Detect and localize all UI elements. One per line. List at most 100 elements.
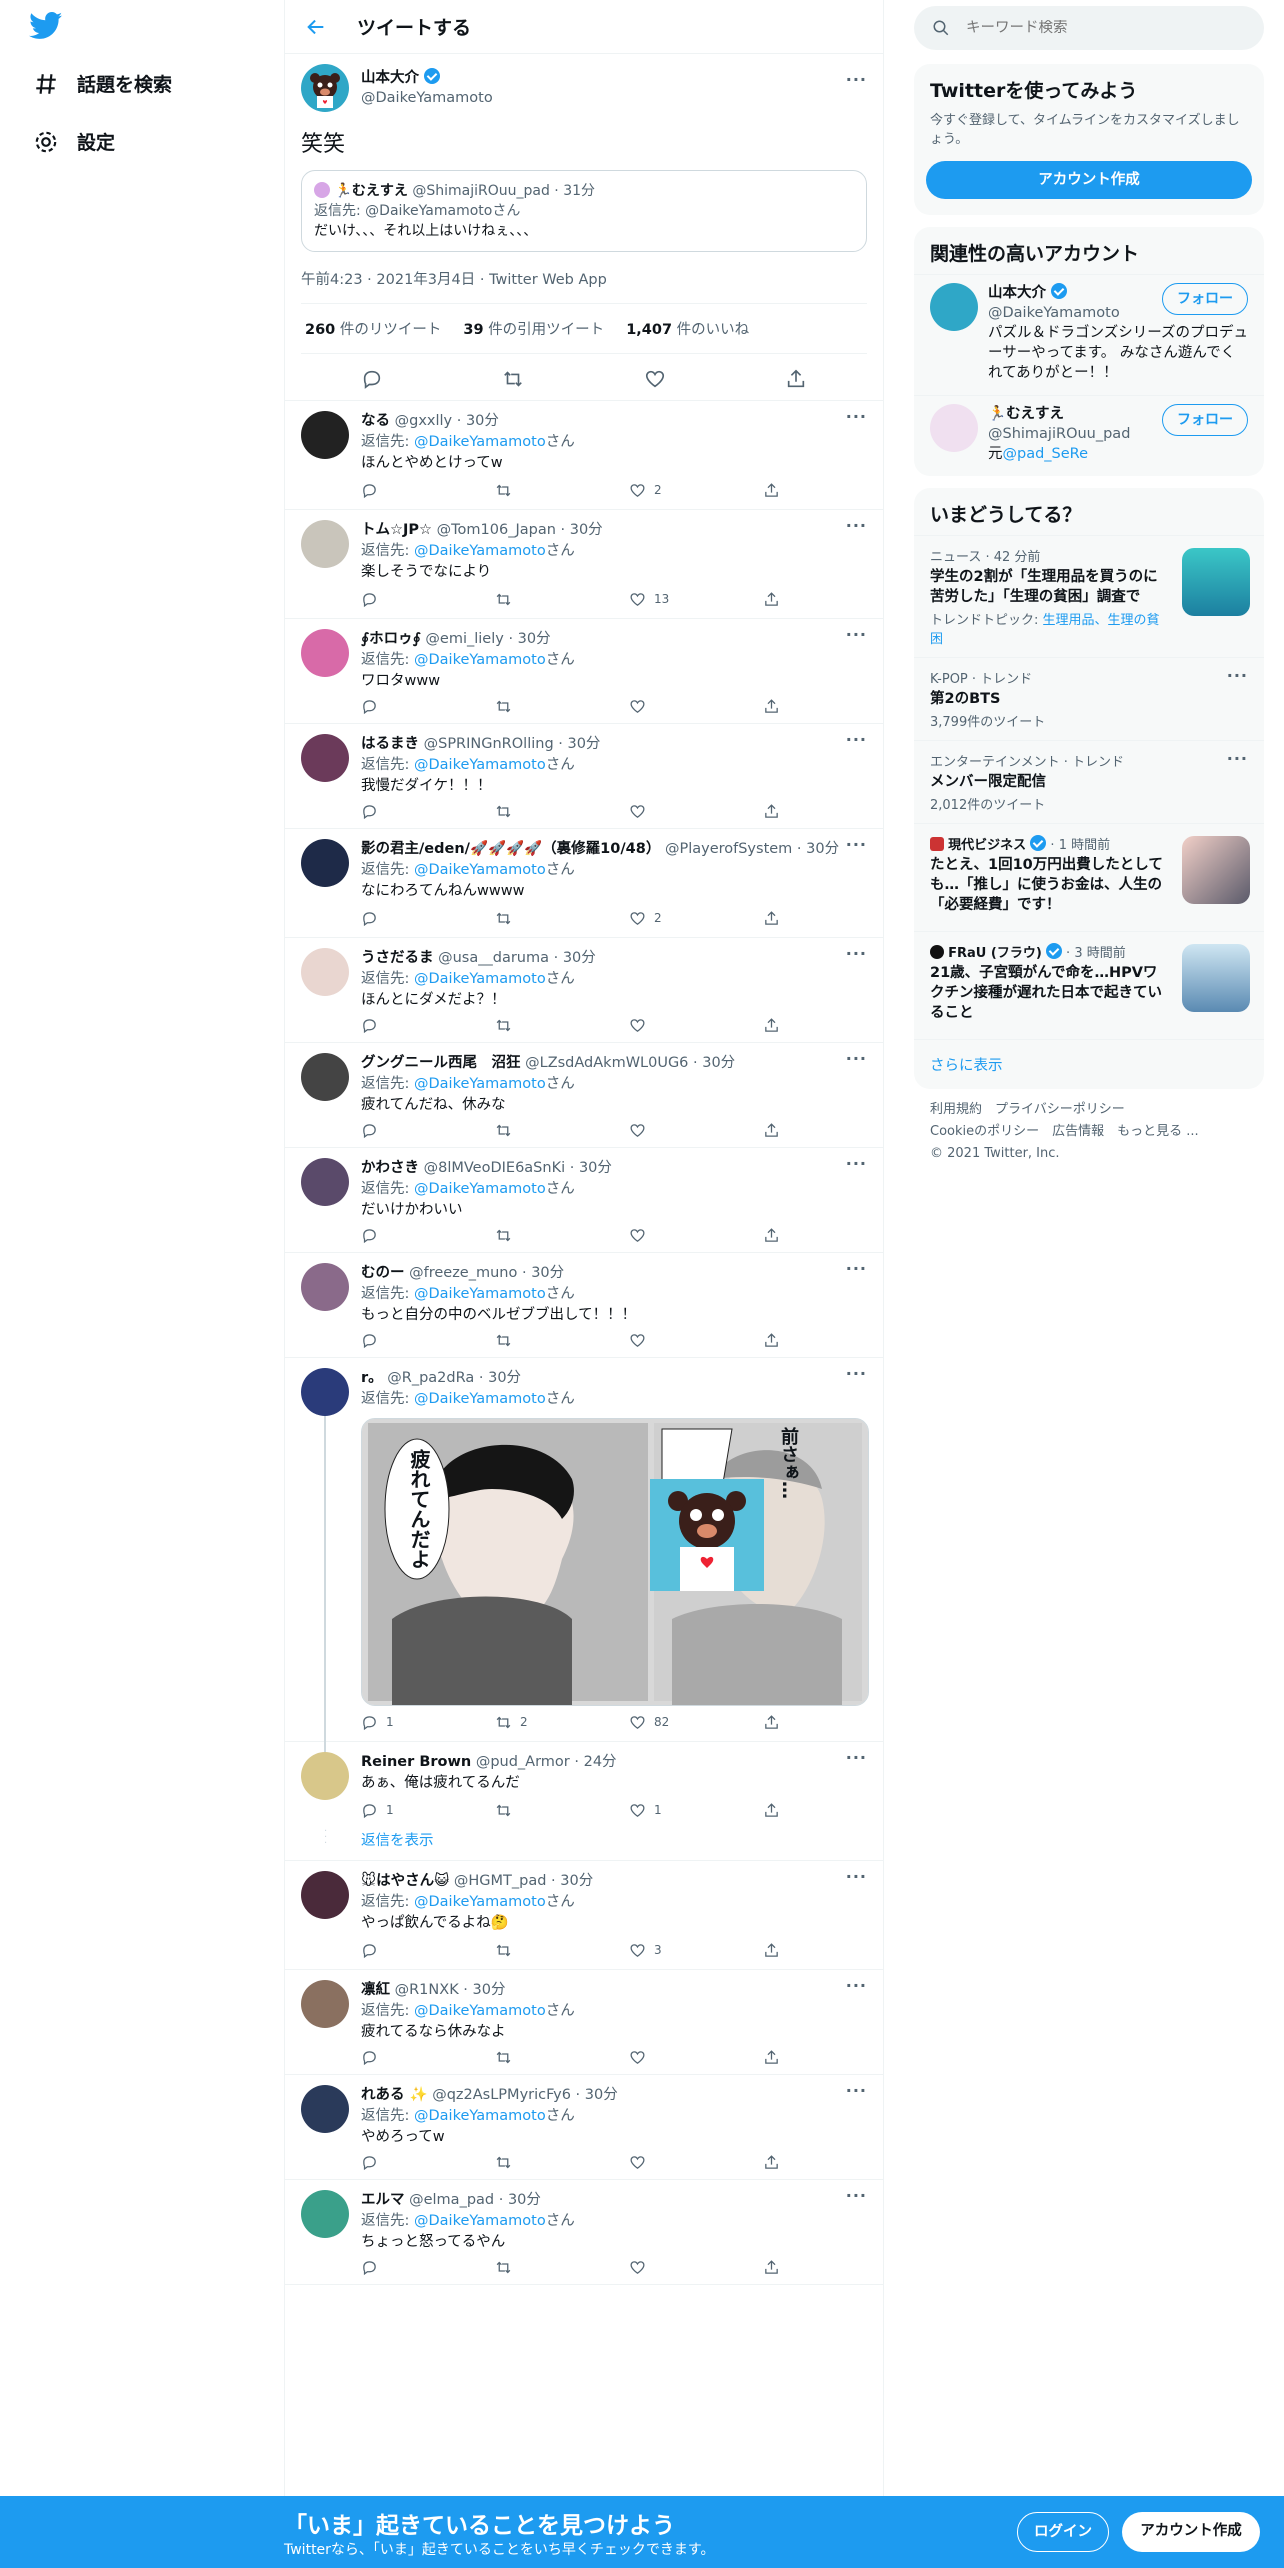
share-button[interactable] [763, 1714, 780, 1731]
more-options-icon[interactable]: ··· [1227, 666, 1248, 685]
reply-to-link[interactable]: @DaikeYamamoto [414, 2108, 546, 2124]
share-button[interactable] [763, 1942, 780, 1959]
avatar[interactable] [301, 2190, 349, 2238]
quoted-tweet[interactable]: 🏃むえすえ @ShimajiROuu_pad · 31分 返信先: @Daike… [301, 170, 867, 252]
avatar[interactable] [301, 520, 349, 568]
footer-line-1[interactable]: 利用規約 プライバシーポリシー [930, 1099, 1248, 1121]
reply-tweet[interactable]: なる @gxxlly · 30分 返信先: @DaikeYamamotoさん ほんと… [285, 401, 883, 510]
reply-tweet[interactable]: グングニール西尾 沼狂 @LZsdAdAkmWL0UG6 · 30分 返信先: @… [285, 1043, 883, 1148]
retweet-button[interactable] [495, 698, 629, 715]
quote-count[interactable]: 39 件の引用ツイート [463, 318, 604, 339]
share-button[interactable] [763, 2049, 780, 2066]
retweet-button[interactable] [495, 1017, 629, 1034]
avatar[interactable] [301, 1053, 349, 1101]
share-button[interactable] [763, 1227, 780, 1244]
search-box[interactable] [914, 6, 1264, 50]
like-button[interactable]: 3 [629, 1940, 763, 1961]
reply-to-link[interactable]: @DaikeYamamoto [414, 1391, 546, 1407]
avatar[interactable] [301, 734, 349, 782]
login-button[interactable]: ログイン [1017, 2512, 1109, 2552]
retweet-button[interactable] [495, 910, 629, 927]
author-handle[interactable]: @DaikeYamamoto [361, 88, 493, 108]
follow-button[interactable]: フォロー [1162, 283, 1248, 315]
more-options-icon[interactable]: ··· [846, 1154, 867, 1173]
reply-to-link[interactable]: @DaikeYamamoto [414, 1181, 546, 1197]
more-options-icon[interactable]: ··· [1227, 749, 1248, 768]
trend-item[interactable]: 現代ビジネス · 1 時間前 たとえ、1回10万円出費したとしても…「推し」に使… [914, 823, 1264, 931]
reply-to-link[interactable]: @DaikeYamamoto [414, 2003, 546, 2019]
retweet-button[interactable] [495, 1942, 629, 1959]
reply-button[interactable] [361, 482, 495, 499]
reply-to-link[interactable]: @DaikeYamamoto [414, 652, 546, 668]
more-options-icon[interactable]: ··· [846, 516, 867, 535]
more-options-icon[interactable]: ··· [846, 1748, 867, 1767]
signup-button[interactable]: アカウント作成 [926, 161, 1252, 199]
retweet-icon[interactable] [502, 368, 524, 390]
share-button[interactable] [763, 698, 780, 715]
tweet-timestamp[interactable]: 午前4:23 · 2021年3月4日 · Twitter Web App [301, 268, 867, 289]
reply-tweet[interactable]: はるまき @SPRINGnROlling · 30分 返信先: @DaikeYam… [285, 724, 883, 829]
avatar[interactable] [301, 64, 349, 112]
reply-tweet[interactable]: ∮ホロゥ∮ @emi_liely · 30分 返信先: @DaikeYamamot… [285, 619, 883, 724]
retweet-button[interactable] [495, 803, 629, 820]
reply-button[interactable] [361, 2049, 495, 2066]
trend-item[interactable]: ニュース · 42 分前 学生の2割が「生理用品を買うのに苦労した」「生理の貧困… [914, 535, 1264, 657]
reply-to-link[interactable]: @DaikeYamamoto [414, 543, 546, 559]
like-button[interactable]: 1 [629, 1800, 763, 1821]
reply-tweet[interactable]: エルマ @elma_pad · 30分 返信先: @DaikeYamamotoさん… [285, 2180, 883, 2285]
retweet-button[interactable] [495, 1122, 629, 1139]
like-button[interactable] [629, 2259, 763, 2276]
avatar[interactable] [301, 411, 349, 459]
trend-item[interactable]: FRaU (フラウ) · 3 時間前 21歳、子宮頸がんで命を…HPVワクチン接… [914, 931, 1264, 1039]
avatar[interactable] [301, 1368, 349, 1416]
more-options-icon[interactable]: ··· [846, 1867, 867, 1886]
reply-to-link[interactable]: @DaikeYamamoto [414, 971, 546, 987]
like-button[interactable]: 82 [629, 1712, 763, 1733]
footer-line-2[interactable]: Cookieのポリシー 広告情報 もっと見る ... [930, 1121, 1248, 1143]
retweet-count[interactable]: 260 件のリツイート [305, 318, 441, 339]
related-account[interactable]: 🏃むえすえ @ShimajiROuu_pad 元@pad_SeRe フォロー [914, 395, 1264, 476]
more-options-icon[interactable]: ··· [846, 730, 867, 749]
banner-signup-button[interactable]: アカウント作成 [1122, 2512, 1260, 2552]
share-button[interactable] [763, 2154, 780, 2171]
retweet-button[interactable] [495, 1332, 629, 1349]
retweet-button[interactable] [495, 591, 629, 608]
more-options-icon[interactable]: ··· [846, 70, 867, 89]
more-options-icon[interactable]: ··· [846, 1049, 867, 1068]
retweet-button[interactable] [495, 1227, 629, 1244]
thread-reply[interactable]: Reiner Brown @pud_Armor · 24分 あぁ、俺は疲れてるん… [285, 1742, 883, 1829]
share-button[interactable] [763, 1802, 780, 1819]
avatar[interactable] [930, 404, 978, 452]
retweet-button[interactable] [495, 2259, 629, 2276]
more-options-icon[interactable]: ··· [846, 1976, 867, 1995]
reply-button[interactable]: 1 [361, 1712, 495, 1733]
follow-button[interactable]: フォロー [1162, 404, 1248, 436]
retweet-button[interactable] [495, 2049, 629, 2066]
more-options-icon[interactable]: ··· [846, 1259, 867, 1278]
bio-link[interactable]: @pad_SeRe [1003, 446, 1089, 462]
share-icon[interactable] [785, 368, 807, 390]
avatar[interactable] [301, 1980, 349, 2028]
reply-to-link[interactable]: @DaikeYamamoto [414, 1076, 546, 1092]
retweet-button[interactable]: 2 [495, 1712, 629, 1733]
reply-to-link[interactable]: @DaikeYamamoto [414, 862, 546, 878]
related-account[interactable]: 山本大介 @DaikeYamamoto パズル＆ドラゴンズシリーズのプロデューサ… [914, 274, 1264, 395]
like-button[interactable]: 2 [629, 908, 763, 929]
show-more-link[interactable]: さらに表示 [914, 1039, 1264, 1089]
reply-button[interactable] [361, 803, 495, 820]
back-arrow-icon[interactable] [305, 16, 327, 38]
reply-button[interactable] [361, 2154, 495, 2171]
more-options-icon[interactable]: ··· [846, 625, 867, 644]
reply-tweet[interactable]: 凛紅 @R1NXK · 30分 返信先: @DaikeYamamotoさん 疲れてる… [285, 1970, 883, 2075]
retweet-button[interactable] [495, 1802, 629, 1819]
avatar[interactable] [301, 839, 349, 887]
reply-tweet[interactable]: れある ✨ @qz2AsLPMyricFy6 · 30分 返信先: @DaikeY… [285, 2075, 883, 2180]
like-icon[interactable] [644, 368, 666, 390]
twitter-logo-icon[interactable] [28, 12, 64, 40]
like-button[interactable]: 2 [629, 480, 763, 501]
reply-tweet[interactable]: むのー @freeze_muno · 30分 返信先: @DaikeYamamot… [285, 1253, 883, 1358]
more-options-icon[interactable]: ··· [846, 2081, 867, 2100]
reply-to-link[interactable]: @DaikeYamamoto [414, 434, 546, 450]
more-options-icon[interactable]: ··· [846, 407, 867, 426]
like-button[interactable] [629, 803, 763, 820]
